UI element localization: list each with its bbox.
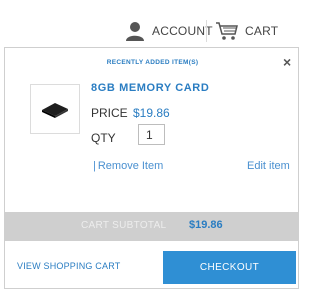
close-icon[interactable]: × (283, 54, 291, 70)
header-divider (206, 20, 207, 42)
shopping-cart-icon (215, 20, 239, 42)
cart-label: CART (245, 24, 279, 38)
remove-divider: | (93, 160, 96, 172)
price-value: $19.86 (133, 106, 170, 120)
recently-added-heading: RECENTLY ADDED ITEM(S) (106, 59, 199, 66)
remove-item-label: Remove Item (97, 160, 164, 172)
view-shopping-cart-link[interactable]: VIEW SHOPPING CART (17, 261, 120, 271)
edit-item-link[interactable]: Edit item (247, 160, 290, 172)
remove-item-link[interactable]: | Remove Item (93, 160, 163, 172)
mini-cart-dropdown: RECENTLY ADDED ITEM(S) × 8GB MEMORY CARD… (4, 47, 299, 289)
user-icon (124, 20, 146, 42)
price-label: PRICE (91, 106, 128, 120)
qty-input[interactable] (138, 124, 165, 145)
account-link[interactable]: ACCOUNT (124, 20, 213, 42)
product-thumbnail[interactable] (30, 84, 80, 134)
subtotal-value: $19.86 (189, 219, 223, 231)
checkout-button[interactable]: CHECKOUT (163, 251, 296, 284)
subtotal-label: CART SUBTOTAL (81, 220, 167, 231)
qty-label: QTY (91, 131, 116, 145)
header: ACCOUNT CART (0, 0, 301, 48)
cart-subtotal-bar: CART SUBTOTAL $19.86 (5, 212, 298, 241)
account-label: ACCOUNT (152, 24, 213, 38)
product-name[interactable]: 8GB MEMORY CARD (91, 82, 209, 94)
cart-link[interactable]: CART (215, 20, 278, 42)
